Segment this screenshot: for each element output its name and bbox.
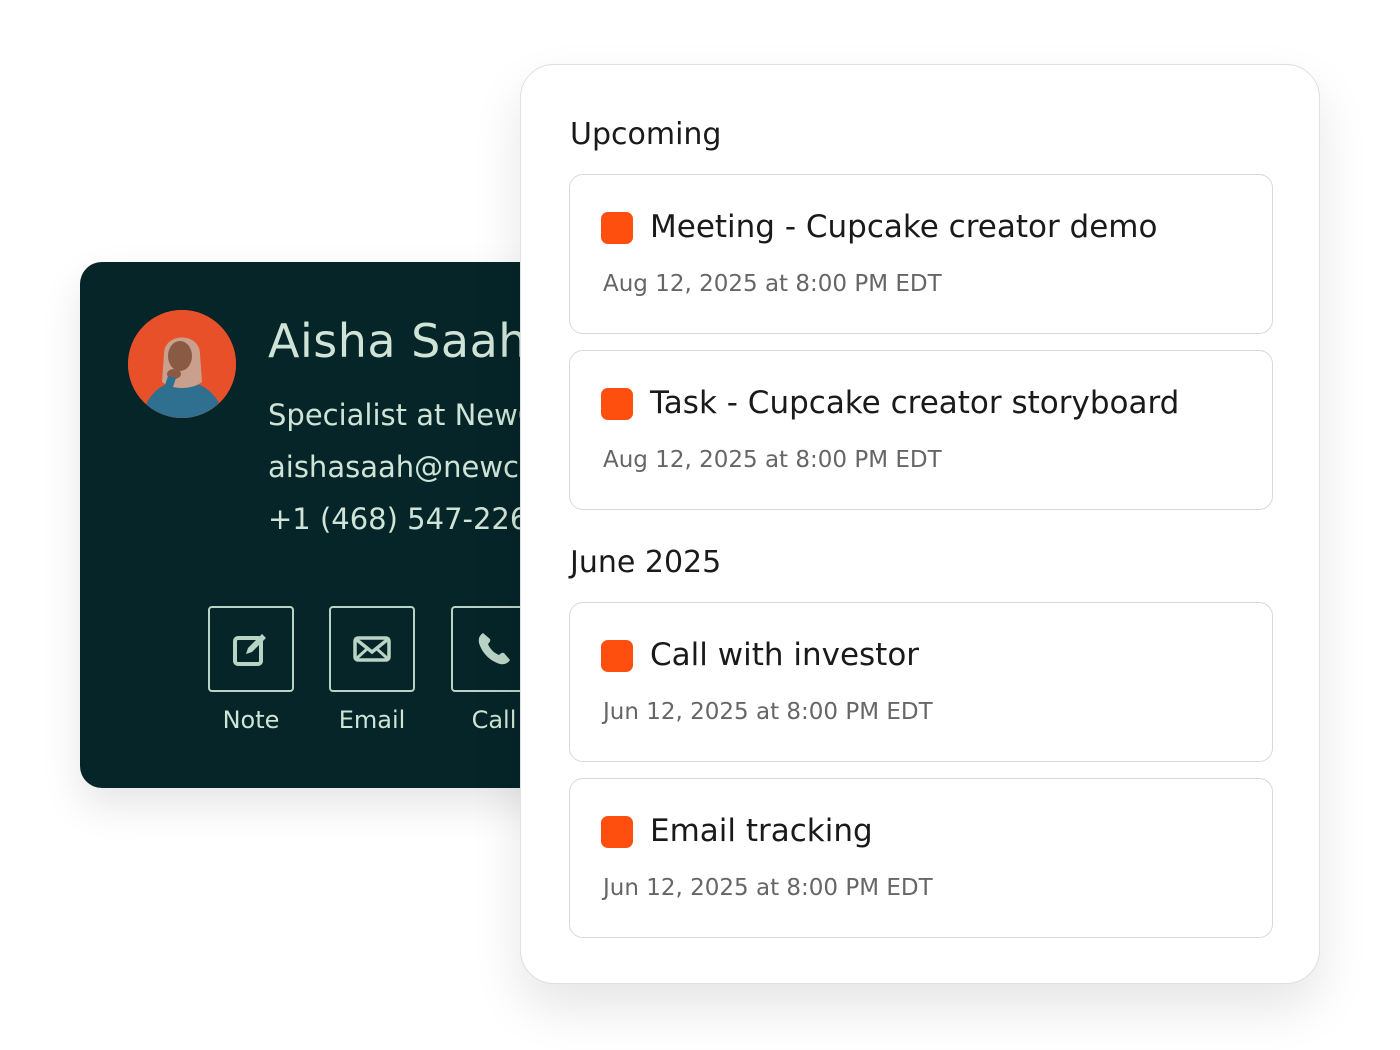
stage: Aisha Saah Specialist at NewCo aishasaah…: [0, 0, 1400, 1050]
activity-item[interactable]: Email tracking Jun 12, 2025 at 8:00 PM E…: [569, 778, 1273, 938]
avatar-photo: [128, 310, 236, 418]
activity-title: Email tracking: [650, 813, 873, 849]
contact-phone[interactable]: +1 (468) 547-2260: [268, 502, 547, 536]
contact-role: Specialist at NewCo: [268, 398, 556, 432]
note-action[interactable]: Note: [205, 606, 297, 734]
email-action[interactable]: Email: [326, 606, 418, 734]
activity-timestamp: Jun 12, 2025 at 8:00 PM EDT: [603, 875, 933, 901]
activity-item[interactable]: Meeting - Cupcake creator demo Aug 12, 2…: [569, 174, 1273, 334]
note-edit-icon: [233, 634, 266, 666]
phone-icon: [478, 633, 510, 665]
note-button[interactable]: [208, 606, 294, 692]
note-label: Note: [222, 706, 280, 734]
avatar: [128, 310, 236, 418]
email-button[interactable]: [329, 606, 415, 692]
activity-status-icon: [601, 212, 633, 244]
activity-status-icon: [601, 640, 633, 672]
activity-item[interactable]: Task - Cupcake creator storyboard Aug 12…: [569, 350, 1273, 510]
activity-status-icon: [601, 388, 633, 420]
activity-timestamp: Aug 12, 2025 at 8:00 PM EDT: [603, 447, 942, 473]
section-title-june: June 2025: [570, 545, 722, 580]
section-title-upcoming: Upcoming: [570, 117, 722, 152]
activity-timestamp: Aug 12, 2025 at 8:00 PM EDT: [603, 271, 942, 297]
activity-panel: Upcoming Meeting - Cupcake creator demo …: [520, 64, 1320, 984]
activity-title: Task - Cupcake creator storyboard: [650, 385, 1180, 421]
activity-timestamp: Jun 12, 2025 at 8:00 PM EDT: [603, 699, 933, 725]
email-label: Email: [338, 706, 406, 734]
activity-title: Call with investor: [650, 637, 920, 673]
contact-name: Aisha Saah: [268, 314, 528, 368]
activity-item[interactable]: Call with investor Jun 12, 2025 at 8:00 …: [569, 602, 1273, 762]
envelope-icon: [353, 636, 391, 662]
activity-title: Meeting - Cupcake creator demo: [650, 209, 1158, 245]
activity-status-icon: [601, 816, 633, 848]
